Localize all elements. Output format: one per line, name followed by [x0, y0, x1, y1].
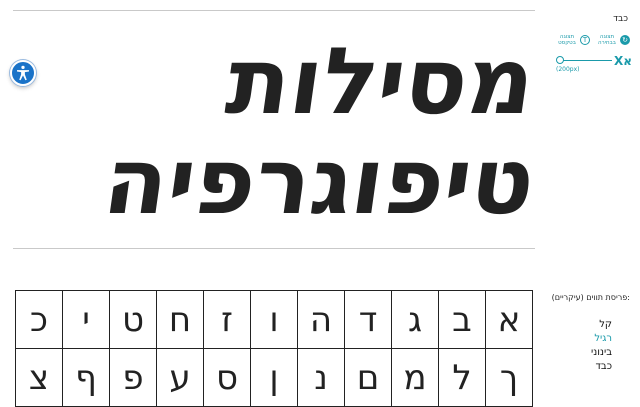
glyph-cell[interactable]: ן: [251, 349, 298, 407]
view-option-text[interactable]: T תצוגה בטקסט: [556, 34, 590, 46]
weight-option-heavy[interactable]: כבד: [591, 360, 612, 374]
glyph-cell[interactable]: צ: [16, 349, 63, 407]
glyph-cell[interactable]: ט: [110, 291, 157, 349]
bottom-divider: [13, 248, 535, 249]
view-option-label: תצוגה בבחירה: [598, 34, 616, 46]
glyph-cell[interactable]: ג: [392, 291, 439, 349]
slider-handle[interactable]: [555, 56, 564, 64]
glyph-cell[interactable]: ז: [204, 291, 251, 349]
size-slider[interactable]: [555, 56, 612, 66]
text-view-icon: T: [580, 35, 590, 45]
glyph-cell[interactable]: ע: [157, 349, 204, 407]
weight-option-light[interactable]: קל: [591, 318, 612, 332]
preview-text-line-1: מסילות: [220, 28, 542, 135]
size-value: (200px): [556, 66, 580, 73]
glyph-cell[interactable]: ו: [251, 291, 298, 349]
cycle-icon: ↻: [620, 35, 630, 45]
glyph-cell[interactable]: נ: [298, 349, 345, 407]
top-divider: [13, 10, 535, 11]
view-option-selection[interactable]: ↻ תצוגה בבחירה: [596, 34, 630, 46]
glyph-cell[interactable]: ך: [486, 349, 533, 407]
accessibility-icon: [17, 65, 29, 81]
control-sidebar: כבד ↻ תצוגה בבחירה T תצוגה בטקסט אX (200…: [548, 0, 640, 400]
glyph-cell[interactable]: ד: [345, 291, 392, 349]
size-glyph: אX: [613, 54, 632, 68]
slider-track: [559, 60, 612, 61]
weight-option-regular[interactable]: רגיל: [591, 332, 612, 346]
glyph-cell[interactable]: פ: [110, 349, 157, 407]
glyph-cell[interactable]: ל: [439, 349, 486, 407]
glyph-cell[interactable]: ף: [63, 349, 110, 407]
weight-list: קל רגיל בינוני כבד: [591, 318, 612, 374]
glyph-cell[interactable]: ה: [298, 291, 345, 349]
accessibility-button[interactable]: [10, 60, 36, 86]
view-option-label: תצוגה בטקסט: [558, 34, 576, 46]
weight-option-medium[interactable]: בינוני: [591, 346, 612, 360]
glyph-cell[interactable]: א: [486, 291, 533, 349]
glyph-cell[interactable]: מ: [392, 349, 439, 407]
view-mode-toggle: ↻ תצוגה בבחירה T תצוגה בטקסט: [556, 34, 630, 46]
glyph-cell[interactable]: ס: [204, 349, 251, 407]
character-sets-title: :פריסת תווים (עיקריים): [551, 293, 630, 302]
glyph-grid: א ב ג ד ה ו ז ח ט י כ ך ל מ ם נ ן ס ע פ …: [15, 290, 533, 407]
current-weight-label: כבד: [613, 14, 628, 24]
glyph-cell[interactable]: י: [63, 291, 110, 349]
glyph-cell[interactable]: כ: [16, 291, 63, 349]
glyph-cell[interactable]: ם: [345, 349, 392, 407]
glyph-cell[interactable]: ב: [439, 291, 486, 349]
preview-text-line-2: טיפוגרפיה: [97, 128, 542, 235]
glyph-cell[interactable]: ח: [157, 291, 204, 349]
